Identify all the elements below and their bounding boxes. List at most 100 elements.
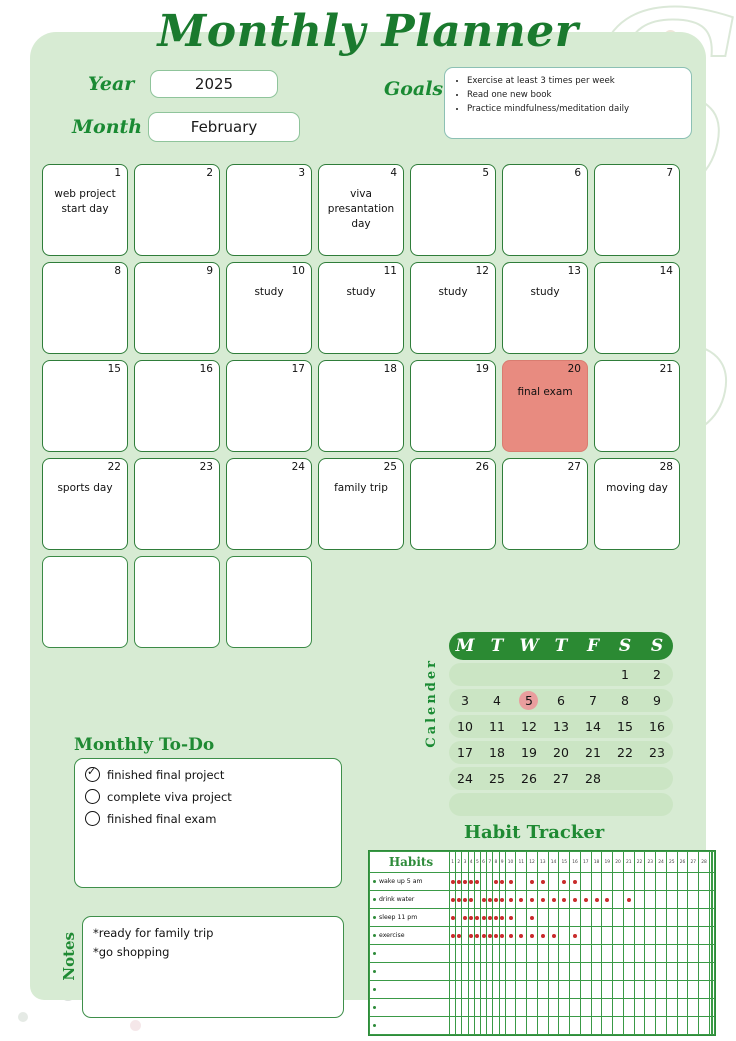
habit-cell[interactable]: [665, 908, 678, 927]
mini-calendar-day[interactable]: 22: [609, 745, 641, 760]
habit-cell[interactable]: [687, 890, 700, 909]
habit-cell[interactable]: [601, 1016, 614, 1035]
mini-calendar-day[interactable]: 18: [481, 745, 513, 760]
habit-cell[interactable]: [655, 872, 667, 891]
calendar-day-cell[interactable]: 7: [594, 164, 680, 256]
habit-cell-marked[interactable]: [504, 926, 517, 945]
mini-calendar-day-selected[interactable]: 5: [513, 690, 545, 710]
calendar-day-cell[interactable]: 27: [502, 458, 588, 550]
mini-calendar-day[interactable]: 15: [609, 719, 641, 734]
calendar-day-cell[interactable]: 14: [594, 262, 680, 354]
habit-label[interactable]: drink water: [369, 890, 450, 909]
mini-calendar-day[interactable]: 16: [641, 719, 673, 734]
habit-cell[interactable]: [665, 998, 678, 1017]
habit-cell[interactable]: [622, 1016, 635, 1035]
habit-cell[interactable]: [633, 908, 646, 927]
habit-cell[interactable]: [644, 980, 657, 999]
habit-cell[interactable]: [676, 998, 689, 1017]
habit-cell[interactable]: [590, 998, 603, 1017]
habit-cell[interactable]: [676, 872, 689, 891]
habit-cell[interactable]: [515, 944, 528, 963]
habit-tracker[interactable]: Habits 1 2 3 4 5 6 7 8 9 10 11 12 13 14 15 16 17 18 19 20 21 2…: [368, 850, 716, 1036]
habit-cell[interactable]: [698, 944, 710, 963]
habit-cell[interactable]: [644, 998, 657, 1017]
calendar-day-cell[interactable]: 6: [502, 164, 588, 256]
habit-cell[interactable]: [687, 1016, 700, 1035]
habit-cell[interactable]: [547, 944, 560, 963]
habit-label[interactable]: [369, 998, 450, 1017]
habit-label[interactable]: sleep 11 pm: [369, 908, 450, 927]
calendar-day-cell[interactable]: 13 study: [502, 262, 588, 354]
habit-cell[interactable]: [579, 1016, 592, 1035]
habit-cell[interactable]: [698, 872, 710, 891]
habit-cell[interactable]: [579, 926, 592, 945]
mini-calendar-day[interactable]: 28: [577, 771, 609, 786]
habit-cell[interactable]: [712, 944, 715, 963]
habit-cell[interactable]: [601, 962, 614, 981]
habit-cell[interactable]: [515, 872, 528, 891]
habit-cell[interactable]: [622, 872, 635, 891]
habit-cell[interactable]: [687, 998, 700, 1017]
habit-cell[interactable]: [633, 962, 646, 981]
todo-item[interactable]: finished final project: [85, 765, 331, 782]
calendar-day-cell[interactable]: 21: [594, 360, 680, 452]
habit-cell[interactable]: [504, 998, 517, 1017]
habit-cell[interactable]: [644, 962, 657, 981]
habit-cell[interactable]: [655, 962, 667, 981]
mini-calendar-day[interactable]: 7: [577, 693, 609, 708]
mini-calendar-day[interactable]: 10: [449, 719, 481, 734]
habit-cell[interactable]: [655, 908, 667, 927]
habit-cell[interactable]: [687, 980, 700, 999]
habit-cell[interactable]: [536, 962, 549, 981]
notes-box[interactable]: *ready for family trip *go shopping: [82, 916, 344, 1018]
habit-cell[interactable]: [590, 962, 603, 981]
habit-cell[interactable]: [558, 944, 571, 963]
habit-cell[interactable]: [536, 1016, 549, 1035]
habit-cell[interactable]: [665, 872, 678, 891]
mini-calendar-day[interactable]: 2: [641, 667, 673, 682]
checkbox-icon[interactable]: [85, 811, 100, 826]
mini-calendar-day[interactable]: 25: [481, 771, 513, 786]
calendar-day-cell[interactable]: 5: [410, 164, 496, 256]
habit-cell[interactable]: [676, 908, 689, 927]
habit-cell[interactable]: [558, 1016, 571, 1035]
habit-cell-marked[interactable]: [601, 890, 614, 909]
calendar-day-cell[interactable]: 9: [134, 262, 220, 354]
habit-cell[interactable]: [590, 926, 603, 945]
habit-cell[interactable]: [633, 980, 646, 999]
habit-cell[interactable]: [633, 944, 646, 963]
mini-calendar-day[interactable]: 17: [449, 745, 481, 760]
habit-cell[interactable]: [698, 1016, 710, 1035]
habit-cell-marked[interactable]: [558, 890, 571, 909]
calendar-day-cell[interactable]: [226, 556, 312, 648]
habit-cell[interactable]: [665, 926, 678, 945]
habit-cell[interactable]: [515, 1016, 528, 1035]
habit-cell[interactable]: [665, 980, 678, 999]
habit-cell[interactable]: [547, 980, 560, 999]
habit-cell[interactable]: [547, 1016, 560, 1035]
mini-calendar-day[interactable]: 6: [545, 693, 577, 708]
habit-cell[interactable]: [504, 944, 517, 963]
habit-label[interactable]: [369, 962, 450, 981]
habit-cell[interactable]: [676, 980, 689, 999]
habit-cell[interactable]: [526, 980, 538, 999]
habit-cell[interactable]: [698, 908, 710, 927]
habit-cell[interactable]: [655, 944, 667, 963]
habit-cell[interactable]: [547, 962, 560, 981]
habit-cell[interactable]: [579, 998, 592, 1017]
habit-cell-marked[interactable]: [590, 890, 603, 909]
habit-cell[interactable]: [687, 962, 700, 981]
calendar-day-cell[interactable]: 26: [410, 458, 496, 550]
habit-cell-marked[interactable]: [526, 872, 538, 891]
habit-cell[interactable]: [712, 908, 715, 927]
calendar-day-cell[interactable]: 15: [42, 360, 128, 452]
checkbox-checked-icon[interactable]: [85, 765, 100, 782]
habit-cell[interactable]: [644, 908, 657, 927]
habit-cell[interactable]: [558, 926, 571, 945]
habit-cell-marked[interactable]: [622, 890, 635, 909]
habit-cell[interactable]: [558, 908, 571, 927]
habit-cell[interactable]: [712, 890, 715, 909]
habit-cell[interactable]: [579, 980, 592, 999]
habit-cell[interactable]: [558, 998, 571, 1017]
habit-cell-marked[interactable]: [526, 890, 538, 909]
